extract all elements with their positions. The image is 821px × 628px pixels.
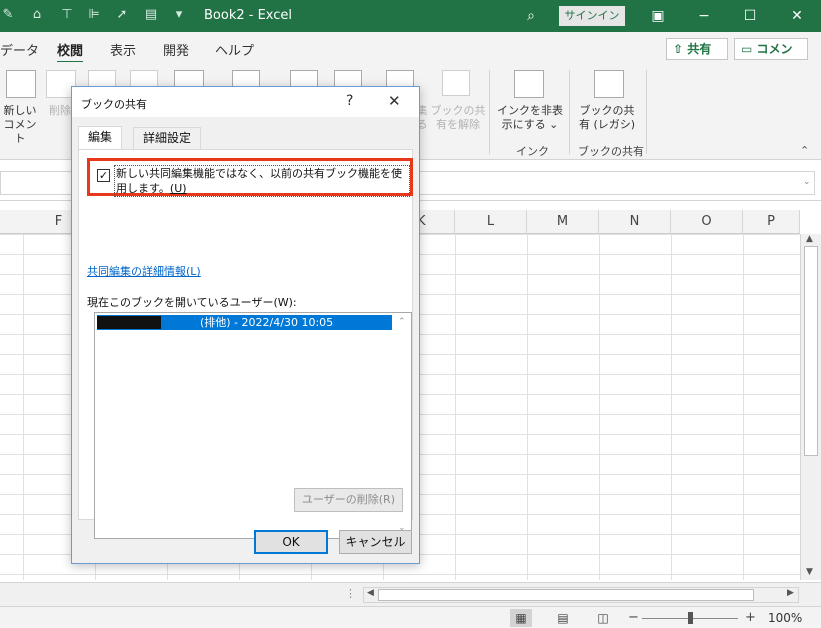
users-label: 現在このブックを開いているユーザー(W): [87, 296, 297, 309]
tab-view[interactable]: 表示 [110, 40, 136, 59]
maximize-icon[interactable]: ☐ [740, 6, 760, 26]
legacy-share-icon [594, 70, 624, 98]
unprotect-shared-icon [442, 70, 470, 96]
zoom-in-button[interactable]: + [745, 610, 756, 625]
group-label-ink: インク [516, 145, 549, 158]
splitter-icon[interactable]: ⋮ [345, 587, 356, 600]
vertical-scrollbar[interactable]: ▲ ▼ [800, 234, 821, 580]
unprotect-shared-button[interactable]: ブックの共 有を解除 [430, 104, 486, 132]
zoom-level[interactable]: 100% [768, 611, 802, 625]
delete-comment-button[interactable]: 削除 [48, 104, 72, 118]
ok-button[interactable]: OK [254, 530, 328, 554]
sheet-tab-bar: ⋮ ◀ ▶ [0, 582, 821, 606]
remove-user-button[interactable]: ユーザーの削除(R) [294, 488, 403, 512]
comments-button[interactable]: ▭ コメント [734, 38, 808, 76]
zoom-slider-knob[interactable] [688, 612, 693, 624]
column-header[interactable]: O [671, 210, 743, 234]
align-icon[interactable]: ⊫ [86, 7, 102, 23]
quick-access-icon[interactable]: ⌂ [29, 7, 45, 23]
normal-view-icon[interactable]: ▦ [510, 609, 532, 627]
column-header[interactable]: L [455, 210, 527, 234]
legacy-share-checkbox-label[interactable]: 新しい共同編集機能ではなく、以前の共有ブック機能を使用します。(U) [114, 165, 410, 197]
scroll-left-icon[interactable]: ◀ [367, 588, 374, 598]
group-separator [646, 70, 647, 154]
scroll-right-icon[interactable]: ▶ [787, 588, 794, 598]
scroll-up-icon[interactable]: ▲ [806, 234, 813, 244]
status-bar: ▦ ▤ ◫ − + 100% [0, 606, 821, 628]
coauthoring-info-link[interactable]: 共同編集の詳細情報(L) [87, 263, 201, 279]
tab-help[interactable]: ヘルプ [215, 40, 254, 59]
hide-ink-icon [514, 70, 544, 98]
new-comment-icon [6, 70, 36, 98]
search-icon[interactable]: ⌕ [521, 6, 541, 26]
group-separator [489, 70, 490, 154]
highlight-box: ✓ 新しい共同編集機能ではなく、以前の共有ブック機能を使用します。(U) [87, 158, 413, 197]
share-workbook-dialog: ブックの共有 ? ✕ 編集 詳細設定 ✓ 新しい共同編集機能ではなく、以前の共有… [71, 86, 420, 564]
dialog-title: ブックの共有 [81, 98, 147, 111]
tab-review[interactable]: 校閲 [57, 40, 84, 64]
share-icon: ⇧ [673, 42, 684, 56]
collapse-ribbon-icon[interactable]: ⌃ [800, 144, 809, 157]
vertical-scroll-thumb[interactable] [804, 246, 818, 456]
tab-editing[interactable]: 編集 [78, 126, 123, 150]
dialog-title-bar: ブックの共有 ? ✕ [72, 87, 419, 117]
horizontal-scrollbar[interactable]: ◀ ▶ [363, 587, 799, 603]
tab-data[interactable]: データ [0, 40, 39, 59]
group-label-share: ブックの共有 [578, 145, 644, 158]
close-icon[interactable]: ✕ [787, 6, 807, 26]
minimize-icon[interactable]: − [694, 6, 714, 26]
window-title: Book2 - Excel [204, 8, 293, 23]
list-scroll-up-icon[interactable]: ⌃ [398, 317, 406, 327]
zoom-out-button[interactable]: − [628, 610, 639, 625]
tab-advanced[interactable]: 詳細設定 [133, 127, 202, 149]
signin-button[interactable]: サインイン [559, 6, 625, 26]
format-painter-icon[interactable]: ⊤ [59, 7, 75, 23]
customize-qat-icon[interactable]: ▾ [171, 7, 187, 23]
legacy-share-button[interactable]: ブックの共 有 (レガシ) [574, 104, 640, 132]
ribbon-display-icon[interactable]: ▣ [648, 6, 668, 26]
comment-icon: ▭ [741, 42, 753, 56]
list-item[interactable]: (排他) - 2022/4/30 10:05 [97, 315, 392, 330]
expand-formula-icon[interactable]: ⌄ [803, 177, 811, 187]
dialog-close-icon[interactable]: ✕ [388, 92, 401, 110]
new-comment-button[interactable]: 新しい コメント [0, 104, 40, 146]
column-header[interactable]: P [743, 210, 800, 234]
dialog-panel: ✓ 新しい共同編集機能ではなく、以前の共有ブック機能を使用します。(U) 共同編… [78, 149, 413, 539]
touch-mode-icon[interactable]: ✎ [0, 7, 16, 23]
horizontal-scroll-thumb[interactable] [378, 589, 754, 601]
hide-ink-button[interactable]: インクを非表 示にする ⌄ [497, 104, 563, 132]
help-icon[interactable]: ? [346, 93, 353, 109]
share-button[interactable]: ⇧ 共有 [666, 38, 728, 60]
redacted-username [97, 316, 161, 329]
scroll-down-icon[interactable]: ▼ [806, 567, 813, 577]
select-pointer-icon[interactable]: ➚ [114, 7, 130, 23]
group-separator [569, 70, 570, 154]
tab-developer[interactable]: 開発 [163, 40, 189, 59]
page-layout-icon[interactable]: ▤ [552, 609, 574, 627]
title-bar: ✎ ⌂ ⊤ ⊫ ➚ ▤ ▾ Book2 - Excel ⌕ サインイン ▣ − … [0, 0, 821, 32]
column-header[interactable]: N [599, 210, 671, 234]
page-break-preview-icon[interactable]: ◫ [592, 609, 614, 627]
legacy-share-checkbox[interactable]: ✓ [97, 169, 110, 182]
column-header[interactable]: M [527, 210, 599, 234]
document-icon[interactable]: ▤ [143, 7, 159, 23]
cancel-button[interactable]: キャンセル [339, 530, 412, 554]
